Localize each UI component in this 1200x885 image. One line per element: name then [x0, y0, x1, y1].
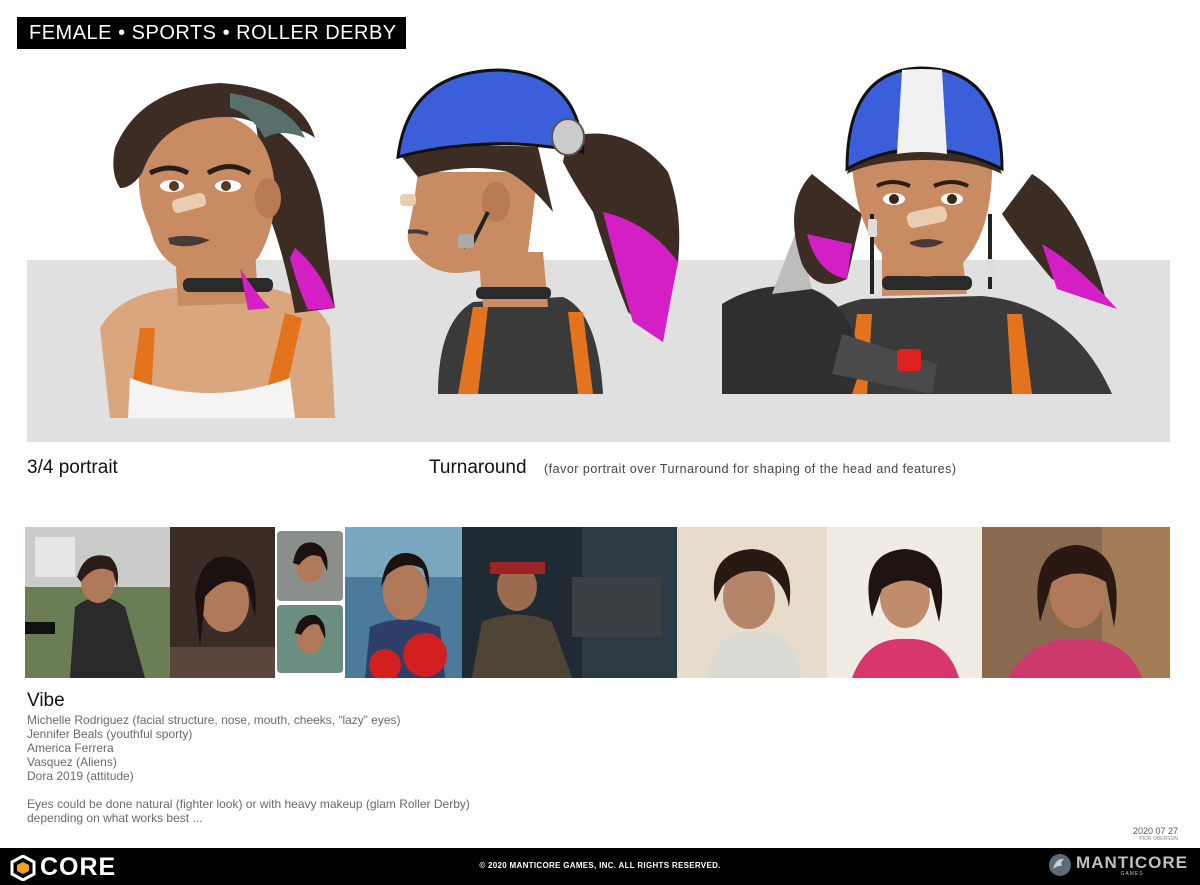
- portrait-label: 3/4 portrait: [27, 457, 118, 478]
- vibe-reference-item: Vasquez (Aliens): [27, 755, 117, 769]
- sheet-date: 2020 07 27: [1132, 826, 1178, 836]
- artist-credit: PIOR OBERSON: [1139, 836, 1178, 842]
- reference-photo-vasquez-aliens: [462, 527, 677, 678]
- reference-photo-rodriguez-boxing: [345, 527, 462, 678]
- vibe-note-line: depending on what works best ...: [27, 811, 203, 825]
- reference-photo-strip: [25, 527, 1170, 678]
- footer-bar: CORE © 2020 MANTICORE GAMES, INC. ALL RI…: [0, 848, 1200, 885]
- reference-photo-beals: [677, 527, 827, 678]
- manticore-logo-icon: [1049, 854, 1072, 876]
- manticore-logo-text: MANTICORE: [1076, 852, 1188, 872]
- reference-photo-ferrera: [827, 527, 982, 678]
- reference-photo-dora: [982, 527, 1170, 678]
- manticore-logo: MANTICORE GAMES: [1048, 853, 1188, 877]
- vibe-reference-item: Dora 2019 (attitude): [27, 769, 134, 783]
- copyright-notice: © 2020 MANTICORE GAMES, INC. ALL RIGHTS …: [479, 861, 721, 870]
- reference-photo-rodriguez-inset-stack: [275, 527, 345, 678]
- portrait-three-quarter-illustration: [80, 78, 350, 420]
- vibe-title: Vibe: [27, 690, 65, 711]
- reference-photo-rodriguez-armed: [25, 527, 170, 678]
- vibe-reference-item: America Ferrera: [27, 741, 114, 755]
- turnaround-front-illustration: [722, 64, 1122, 394]
- vibe-reference-item: Jennifer Beals (youthful sporty): [27, 727, 193, 741]
- vibe-reference-list: Michelle Rodriguez (facial structure, no…: [27, 713, 400, 783]
- turnaround-label: Turnaround: [429, 457, 527, 478]
- reference-photo-rodriguez-car: [170, 527, 275, 678]
- turnaround-side-illustration: [378, 62, 698, 394]
- turnaround-note: (favor portrait over Turnaround for shap…: [544, 462, 957, 476]
- sheet-title: FEMALE • SPORTS • ROLLER DERBY: [17, 17, 406, 49]
- vibe-reference-item: Michelle Rodriguez (facial structure, no…: [27, 713, 401, 727]
- vibe-note-line: Eyes could be done natural (fighter look…: [27, 797, 470, 811]
- vibe-makeup-note: Eyes could be done natural (fighter look…: [27, 797, 470, 825]
